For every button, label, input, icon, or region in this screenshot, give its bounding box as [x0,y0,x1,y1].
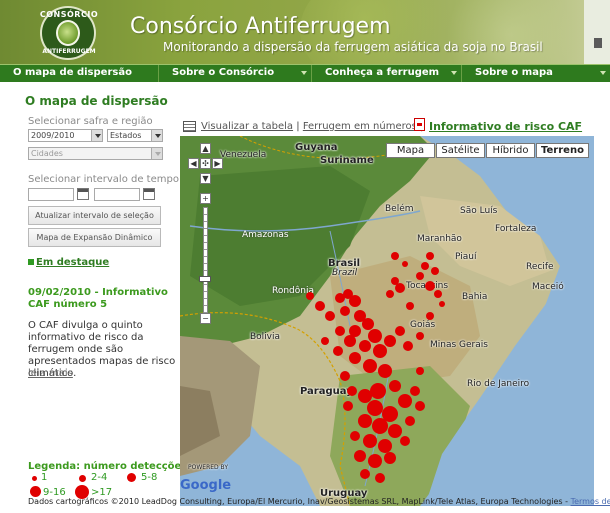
terrain-map [180,136,594,506]
map-label: Piauí [455,252,477,262]
zoom-out-icon[interactable]: − [200,313,211,324]
logo-text-top: CONSÓRCIO [39,10,99,19]
rust-numbers-link[interactable]: Ferrugem em números [303,121,417,132]
nav-item-consorcio[interactable]: Sobre o Consórcio [158,65,311,82]
legend-label: 2-4 [91,472,108,483]
map-label: São Luís [460,206,498,216]
legend-dot-2 [79,475,86,482]
map-copyright: Dados cartográficos ©2010 LeadDog Consul… [28,497,610,506]
view-table-link[interactable]: Visualizar a tabela [201,121,293,132]
chevron-down-icon [151,130,162,141]
link-separator: | [296,121,300,132]
logo[interactable]: CONSÓRCIO ANTIFERRUGEM [34,6,104,60]
nav-label: Conheça a ferrugem [325,67,440,78]
map-label: Bolivia [250,332,281,342]
bullet-square [28,259,34,265]
safra-value: 2009/2010 [31,131,75,140]
map-type-hibrido[interactable]: Híbrido [486,143,535,158]
legend-label: 1 [41,472,48,483]
nav-label: Sobre o Consórcio [172,67,275,78]
logo-text-bottom: ANTIFERRUGEM [42,48,96,55]
site-header: CONSÓRCIO ANTIFERRUGEM Consórcio Antifer… [0,0,610,64]
map-label: Paraguay [300,386,353,397]
powered-by-label: POWERED BY [188,464,229,471]
cidades-select[interactable]: Cidades [28,147,163,160]
map-label: Maceió [532,282,564,292]
map-type-terreno[interactable]: Terreno [536,143,589,158]
map-label: Fortaleza [495,224,537,234]
nav-label: O mapa de dispersão [13,67,132,78]
map-label: Maranhão [417,234,462,244]
main-nav: O mapa de dispersão Sobre o Consórcio Co… [0,64,610,82]
map-type-mapa[interactable]: Mapa [386,143,435,158]
end-date-input[interactable] [94,188,140,201]
nav-item-mapa[interactable]: O mapa de dispersão [0,65,158,82]
chevron-down-icon [451,71,457,75]
start-date-input[interactable] [28,188,74,201]
dynamic-map-button[interactable]: Mapa de Expansão Dinâmico [28,228,161,247]
estados-value: Estados [110,131,142,140]
pdf-icon[interactable] [414,118,425,131]
chevron-down-icon [600,71,606,75]
tempo-label: Selecionar intervalo de tempo [28,174,179,185]
legend-dot-3 [127,473,136,482]
chevron-down-icon [301,71,307,75]
nav-item-ferrugem[interactable]: Conheça a ferrugem [311,65,461,82]
pan-right-icon[interactable]: ▶ [212,158,223,169]
map-label: Belém [385,204,414,214]
highlight-title[interactable]: Em destaque [36,257,109,268]
estados-select[interactable]: Estados [107,129,163,142]
nav-label: Sobre o mapa [475,67,553,78]
chevron-down-icon [91,130,102,141]
safra-select[interactable]: 2009/2010 [28,129,103,142]
read-more-link[interactable]: leia mais [28,368,73,379]
header-side-panel [584,0,610,64]
calendar-icon[interactable] [77,188,89,200]
legend-label: 5-8 [141,472,158,483]
nav-item-sobre-mapa[interactable]: Sobre o mapa [461,65,610,82]
page-title: O mapa de dispersão [25,94,168,108]
safra-label: Selecionar safra e região [28,116,153,127]
map-label: Tocantins [406,281,449,291]
map-links: Visualizar a tabela | Ferrugem em número… [201,121,423,132]
news-date[interactable]: 09/02/2010 - Informativo CAF número 5 [28,287,168,311]
map-label: Guyana [295,142,338,153]
map-label: Recife [526,262,554,272]
site-title: Consórcio Antiferrugem [130,14,391,39]
site-subtitle: Monitorando a dispersão da ferrugem asiá… [163,40,543,54]
cidades-value: Cidades [31,149,63,158]
map-label: Rondônia [272,286,314,296]
google-logo[interactable]: Google [180,478,231,493]
dispersion-map[interactable]: Mapa Satélite Híbrido Terreno Guyana Sur… [180,136,594,506]
soybean-icon [56,20,80,46]
pan-center-icon[interactable]: ✣ [200,158,211,169]
map-label: Venezuela [220,150,267,160]
map-label: Suriname [320,155,374,166]
pan-up-icon[interactable]: ▲ [200,143,211,154]
legend-dot-1 [32,476,37,481]
pan-left-icon[interactable]: ◀ [188,158,199,169]
terms-link[interactable]: Termos de Uso [571,497,610,506]
copyright-text: Dados cartográficos ©2010 LeadDog Consul… [28,497,569,506]
risk-report-link[interactable]: Informativo de risco CAF [429,120,582,133]
map-label: Bahia [462,292,488,302]
table-icon[interactable] [183,121,196,132]
zoom-slider[interactable] [203,207,208,319]
pan-down-icon[interactable]: ▼ [200,173,211,184]
map-label: Rio de Janeiro [467,379,530,389]
update-interval-button[interactable]: Atualizar intervalo de seleção [28,206,161,225]
chevron-down-icon [151,148,162,159]
calendar-icon[interactable] [143,188,155,200]
map-label: Minas Gerais [430,340,488,350]
map-label: Goiás [410,320,436,330]
zoom-slider-thumb[interactable] [199,276,211,282]
legend-dot-4 [30,486,41,497]
map-label: Brazil [332,268,358,278]
header-decoration [440,0,580,64]
legend-title: Legenda: número detecções [28,461,188,472]
scroll-marker [594,38,602,48]
zoom-in-icon[interactable]: + [200,193,211,204]
map-type-satelite[interactable]: Satélite [436,143,485,158]
map-label: Amazonas [242,230,289,240]
